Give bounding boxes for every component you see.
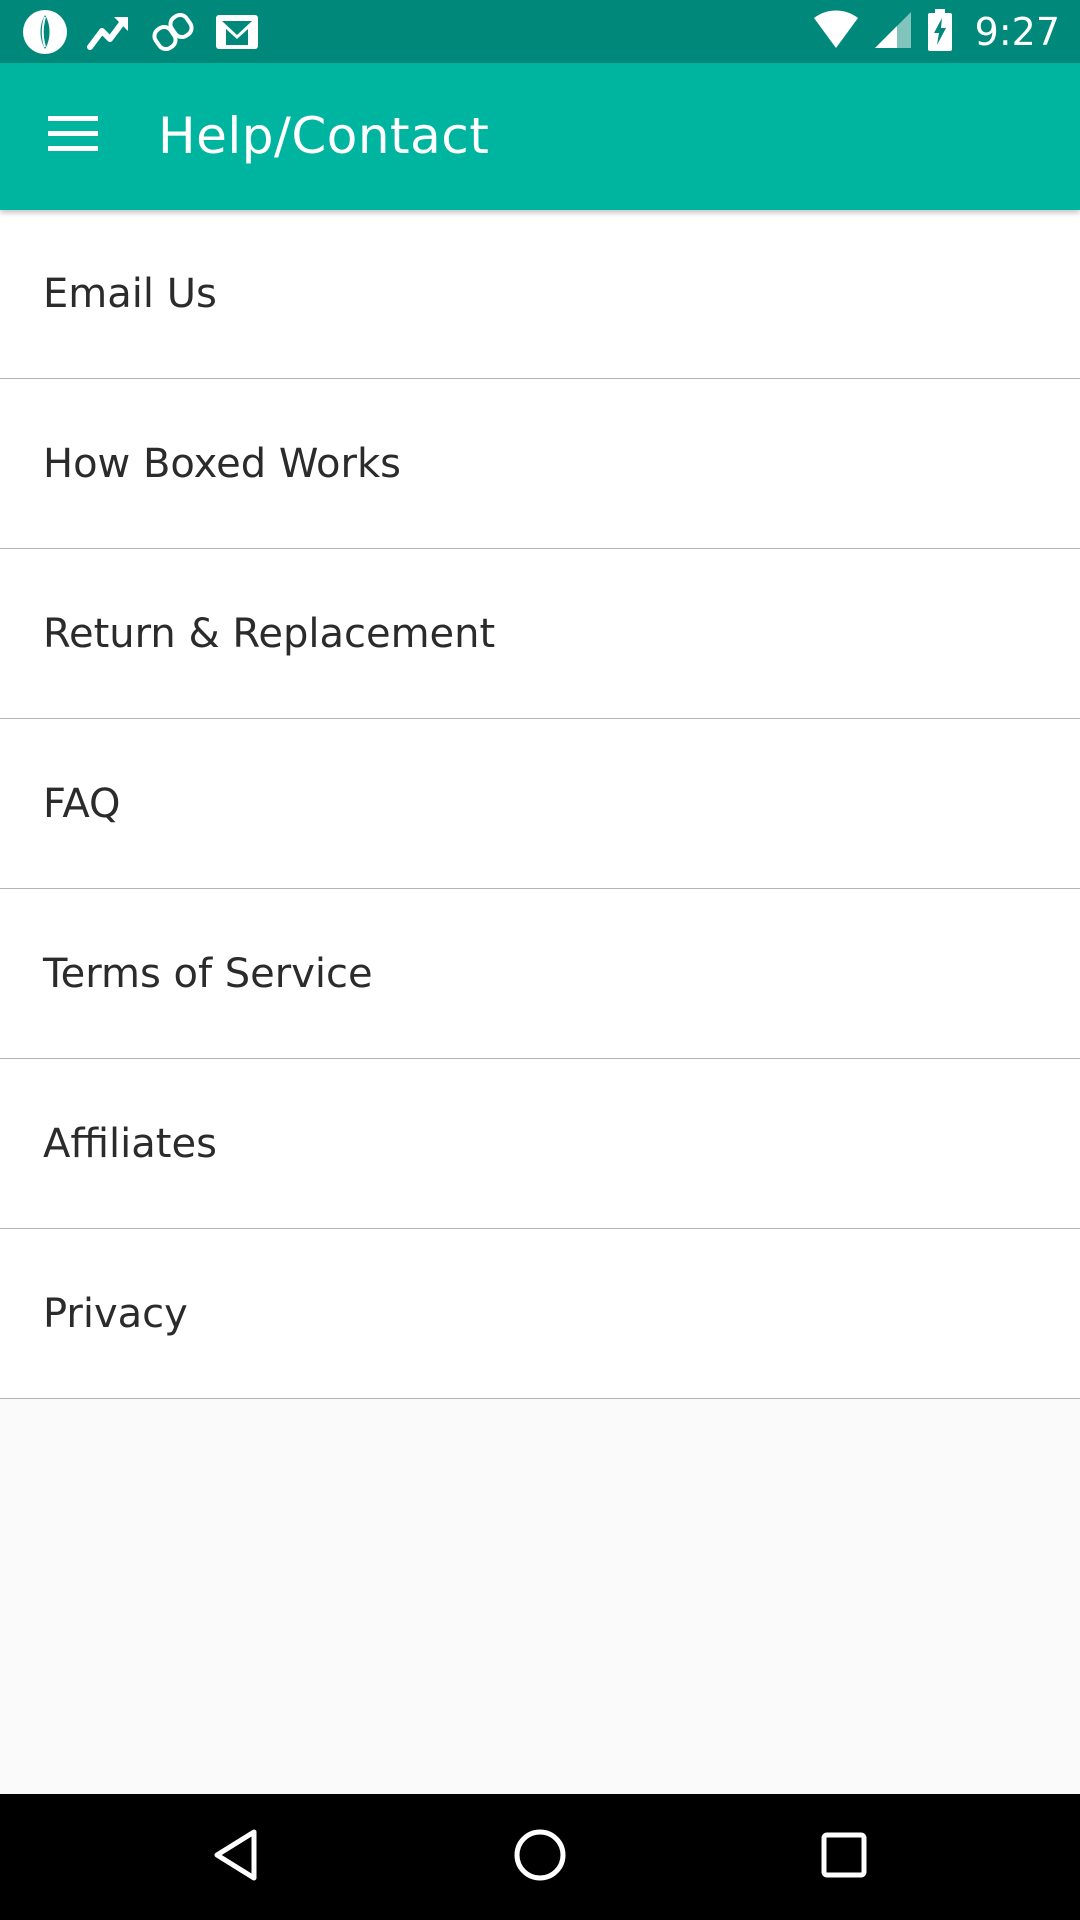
menu-item-return-replacement[interactable]: Return & Replacement (0, 549, 1080, 719)
menu-item-faq[interactable]: FAQ (0, 719, 1080, 889)
page-title: Help/Contact (158, 107, 490, 165)
menu-item-label: FAQ (43, 780, 121, 827)
cell-signal-icon (873, 10, 913, 54)
notification-icons (22, 0, 260, 63)
app-bar: Help/Contact (0, 63, 1080, 210)
menu-item-how-boxed-works[interactable]: How Boxed Works (0, 379, 1080, 549)
recents-button[interactable] (804, 1817, 884, 1897)
system-status-icons: 9:27 (813, 0, 1060, 63)
back-button[interactable] (196, 1817, 276, 1897)
system-navigation-bar (0, 1794, 1080, 1920)
menu-item-terms-of-service[interactable]: Terms of Service (0, 889, 1080, 1059)
help-menu-list: Email Us How Boxed Works Return & Replac… (0, 210, 1080, 1399)
wifi-icon (813, 10, 859, 54)
help-contact-screen: 9:27 Help/Contact Email Us How Boxed Wor… (0, 0, 1080, 1920)
home-button[interactable] (500, 1817, 580, 1897)
menu-item-label: Email Us (43, 271, 217, 317)
leaf-notification-icon (22, 9, 68, 55)
navigation-menu-button[interactable] (33, 103, 113, 169)
status-time: 9:27 (974, 9, 1060, 54)
trending-notification-icon (86, 9, 132, 55)
recents-icon (820, 1831, 868, 1883)
menu-item-label: How Boxed Works (43, 440, 401, 487)
status-bar: 9:27 (0, 0, 1080, 63)
menu-item-label: Affiliates (43, 1120, 217, 1167)
menu-item-label: Privacy (43, 1290, 188, 1337)
hamburger-menu-icon (48, 116, 98, 156)
link-notification-icon (150, 9, 196, 55)
menu-item-label: Return & Replacement (43, 610, 496, 657)
back-icon (212, 1828, 260, 1886)
menu-item-privacy[interactable]: Privacy (0, 1229, 1080, 1399)
battery-charging-icon (927, 8, 953, 55)
menu-item-label: Terms of Service (43, 950, 373, 997)
empty-content-area (0, 1400, 1080, 1794)
menu-item-email-us[interactable]: Email Us (0, 210, 1080, 379)
menu-item-affiliates[interactable]: Affiliates (0, 1059, 1080, 1229)
home-icon (513, 1828, 567, 1886)
gmail-notification-icon (214, 9, 260, 55)
